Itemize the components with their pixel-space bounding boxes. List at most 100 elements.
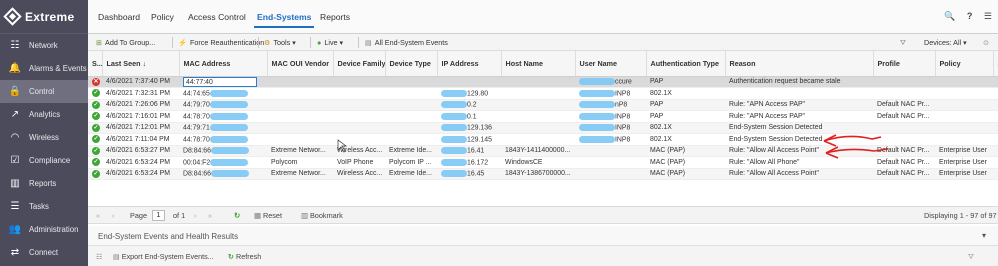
prev-page-icon[interactable]: ‹ <box>112 211 114 220</box>
table-row[interactable]: ✓ 4/6/2021 7:16:01 PM 44:78:70 0.1 INP8 PAP Ru… <box>88 110 998 123</box>
sort-desc-icon[interactable]: ↓ <box>140 59 146 68</box>
redaction-mark <box>210 170 249 178</box>
empty-cell <box>993 110 998 123</box>
table-row[interactable]: ✓ 4/6/2021 7:12:01 PM 44:79:71 129.136 INP8 8… <box>88 122 998 134</box>
filter-icon[interactable]: ⛛ <box>900 38 906 48</box>
policy-cell <box>935 99 993 111</box>
column-header[interactable]: Reason <box>725 51 874 77</box>
ip-cell <box>437 76 501 88</box>
tab-policy[interactable]: Policy <box>151 12 174 22</box>
host-cell: 1843Y-1411400000... <box>501 145 575 157</box>
mac-cell: 44:78:70 <box>179 133 267 146</box>
column-header[interactable]: Host Name <box>501 51 576 77</box>
menu-icon[interactable]: ☰ <box>984 11 992 21</box>
column-settings-icon[interactable]: ☷ <box>96 252 102 261</box>
ip-cell: 16.45 <box>437 168 501 180</box>
table-row[interactable]: ✓ 4/6/2021 7:32:31 PM 44:74:65 129.80 INP8 80… <box>88 87 998 100</box>
tools-menu-button[interactable]: ⚙ Tools ▾ <box>264 38 296 47</box>
first-page-icon[interactable]: « <box>96 211 100 220</box>
bell-icon: 🔔 <box>8 63 22 74</box>
table-row[interactable]: ✓ 4/6/2021 7:11:04 PM 44:78:70 129.145 INP8 8… <box>88 133 998 146</box>
status-cell: ✓ <box>88 122 102 134</box>
search-icon[interactable]: ⊙ <box>983 38 989 47</box>
last-seen-cell: 4/6/2021 7:26:06 PM <box>102 99 179 111</box>
sidebar-item-compliance[interactable]: ☑ Compliance <box>0 149 88 172</box>
sidebar-item-reports[interactable]: ▥ Reports <box>0 172 88 195</box>
reason-cell <box>725 87 873 100</box>
filter-icon[interactable]: ⛛ <box>968 252 974 262</box>
auth-cell: PAP <box>646 99 725 111</box>
column-header[interactable]: Profile <box>873 51 936 77</box>
events-panel-header[interactable]: End-System Events and Health Results ▾ <box>88 226 998 246</box>
user-cell <box>575 156 646 169</box>
redaction-mark <box>579 135 615 143</box>
export-events-button[interactable]: ▤ Export End-System Events... <box>113 252 214 261</box>
column-header[interactable]: S <box>993 51 998 77</box>
force-reauth-button[interactable]: ⚡ Force Reauthentication <box>178 38 264 47</box>
sidebar-item-control[interactable]: 🔒 Control <box>0 80 88 103</box>
table-row[interactable]: ✓ 4/6/2021 7:26:06 PM 44:79:70 0.2 nP8 PAP Rul… <box>88 99 998 111</box>
page-number-input[interactable]: 1 <box>152 210 165 221</box>
table-row[interactable]: ✓ 4/6/2021 6:53:24 PM D8:84:66 Extreme Netw… <box>88 168 998 180</box>
sidebar-item-wireless[interactable]: ◠ Wireless <box>0 126 88 149</box>
empty-cell <box>993 145 998 157</box>
column-header[interactable]: MAC Address <box>179 51 268 77</box>
status-ok-icon: ✓ <box>92 169 100 178</box>
status-cell: ✓ <box>88 110 102 123</box>
mac-edit-field[interactable]: 44:77:40 <box>183 76 257 87</box>
tools-icon: ⚙ <box>264 38 271 47</box>
all-events-button[interactable]: ▤ All End-System Events <box>365 38 448 47</box>
table-row[interactable]: ✕ 4/6/2021 7:37:40 PM 44:77:40 ccure PAP Auth… <box>88 76 998 88</box>
column-header[interactable]: IP Address <box>437 51 502 77</box>
profile-cell: Default NAC Pr... <box>873 156 935 169</box>
column-header[interactable]: User Name <box>575 51 647 77</box>
column-header[interactable]: S... <box>88 51 103 77</box>
table-row[interactable]: ✓ 4/6/2021 6:53:27 PM D8:84:66 Extreme Netw… <box>88 145 998 157</box>
dtype-cell <box>385 110 437 123</box>
ip-value: 129.80 <box>467 89 489 97</box>
sidebar-item-label: Wireless <box>29 133 59 142</box>
redaction-mark <box>441 170 467 178</box>
tab-dashboard[interactable]: Dashboard <box>98 12 140 22</box>
host-cell <box>501 99 575 111</box>
ip-cell: 16.172 <box>437 156 501 169</box>
bookmark-button[interactable]: ▥ Bookmark <box>301 211 343 220</box>
column-header[interactable]: Policy <box>935 51 994 77</box>
column-header[interactable]: Authentication Type <box>646 51 726 77</box>
sidebar-item-administration[interactable]: 👥 Administration <box>0 218 88 241</box>
last-seen-value: 4/6/2021 7:12:01 PM <box>106 124 170 132</box>
refresh-icon[interactable]: ↻ <box>234 211 240 220</box>
sidebar-item-network[interactable]: ☷ Network <box>0 34 88 57</box>
table-row[interactable]: ✓ 4/6/2021 6:53:24 PM 00:04:F2 Polycom VoIP … <box>88 156 998 169</box>
column-header[interactable]: MAC OUI Vendor <box>267 51 334 77</box>
next-page-icon[interactable]: › <box>194 211 196 220</box>
last-page-icon[interactable]: » <box>208 211 212 220</box>
status-ok-icon: ✓ <box>92 158 100 167</box>
tab-reports[interactable]: Reports <box>320 12 350 22</box>
reason-cell: Rule: "Allow All Access Point" <box>725 145 873 157</box>
sidebar-item-connect[interactable]: ⇄ Connect <box>0 241 88 264</box>
sidebar-item-label: Reports <box>29 179 57 188</box>
column-header[interactable]: Device Family <box>333 51 386 77</box>
reset-button[interactable]: ▦ Reset <box>254 211 282 220</box>
events-refresh-button[interactable]: ↻ Refresh <box>228 252 261 261</box>
add-to-group-button[interactable]: ⊞ Add To Group... <box>96 38 155 47</box>
toolbar-divider <box>172 37 173 48</box>
chevron-down-icon[interactable]: ▾ <box>982 231 986 240</box>
family-cell: Wireless Acc... <box>333 168 385 180</box>
help-icon[interactable]: ? <box>967 11 973 21</box>
sidebar-item-alarms-events[interactable]: 🔔 Alarms & Events <box>0 57 88 80</box>
tab-access-control[interactable]: Access Control <box>188 12 246 22</box>
sidebar-item-tasks[interactable]: ☰ Tasks <box>0 195 88 218</box>
column-header[interactable]: Device Type <box>385 51 438 77</box>
search-icon[interactable]: 🔍 <box>944 11 955 21</box>
brand-logo[interactable]: Extreme <box>0 0 88 34</box>
live-menu-button[interactable]: ● Live ▾ <box>317 38 343 47</box>
tab-end-systems[interactable]: End-Systems <box>253 12 315 28</box>
ip-value: 129.136 <box>467 124 492 132</box>
sidebar-item-analytics[interactable]: ↗ Analytics <box>0 103 88 126</box>
column-header[interactable]: Last Seen ↓ <box>102 51 180 77</box>
devices-filter-select[interactable]: Devices: All ▾ <box>924 38 967 47</box>
toolbar-divider <box>358 37 359 48</box>
reason-cell: End-System Session Detected <box>725 122 873 134</box>
